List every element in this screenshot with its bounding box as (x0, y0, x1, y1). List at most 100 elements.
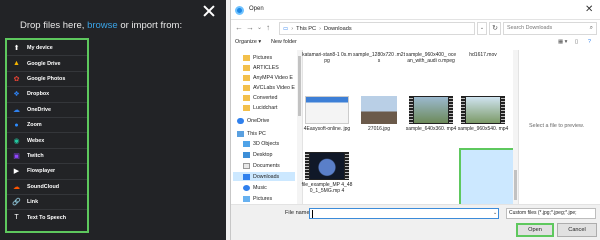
nav-item-label: Downloads (253, 173, 280, 180)
file-item[interactable]: hd1617.mov (457, 52, 509, 58)
folder-icon (243, 84, 250, 91)
file-type-filter-value: Custom files (*.jpg;*.jpeg;*.jpe; (509, 210, 577, 216)
file-name: sample_960x400_ ocean_with_audi o.mpeg (405, 52, 457, 64)
nav-item[interactable]: AnyMP4 Video E (243, 73, 293, 82)
file-item[interactable]: file_example_MP 4_480_1_5MG.mp 4 (301, 152, 353, 194)
nav-item[interactable]: 3D Objects (243, 139, 279, 148)
preview-pane: Select a file to preview. (518, 50, 600, 204)
folder-icon (243, 64, 250, 71)
browser-icon (235, 6, 244, 15)
pic-icon (243, 195, 250, 202)
import-source-item[interactable]: T Text To Speech (7, 210, 87, 225)
nav-item[interactable]: Pictures (243, 194, 272, 203)
browse-link[interactable]: browse (87, 20, 118, 31)
video-thumbnail (305, 152, 349, 180)
file-item[interactable]: 4Easysoft-online. jpg (301, 96, 353, 132)
file-name-input[interactable] (309, 208, 499, 219)
text-caret (312, 210, 313, 218)
folder-icon (243, 74, 250, 81)
file-item[interactable]: sample_1280x720 .m2ts (353, 52, 405, 64)
open-button[interactable]: Open (516, 223, 554, 237)
folder-icon (243, 94, 250, 101)
file-item[interactable]: sample_960x400_ ocean_with_audi o.mpeg (405, 52, 457, 64)
import-source-item[interactable]: 🔗 Link (7, 195, 87, 211)
search-placeholder: Search Downloads (507, 25, 553, 31)
file-item[interactable]: 27016.jpg (353, 96, 405, 132)
nav-item[interactable]: AVCLabs Video E (243, 83, 295, 92)
nav-item-label: This PC (247, 130, 266, 137)
file-item[interactable]: katamari-stan8-1 0s.mpg (301, 52, 353, 64)
recent-chevron-icon[interactable]: ⌄ (257, 24, 262, 31)
file-item[interactable]: sample_960x540. mp4 (457, 96, 509, 132)
breadcrumb-this-pc[interactable]: This PC (296, 26, 316, 32)
back-icon[interactable]: ← (235, 23, 243, 32)
file-name-dropdown-icon[interactable]: ⌄ (493, 210, 497, 216)
nav-item[interactable]: Lucidchart (243, 103, 277, 112)
import-source-item[interactable]: ◉ Webex (7, 133, 87, 149)
flowplayer-icon: ▶ (13, 168, 20, 176)
nav-item-label: Lucidchart (253, 104, 278, 111)
nav-item[interactable]: Downloads (233, 172, 295, 181)
import-source-item[interactable]: ⬆ My device (7, 41, 87, 57)
import-source-item[interactable]: ▣ Twitch (7, 149, 87, 165)
import-sources-list: ⬆ My device ▲ Google Drive ✿ Google Photos ❖ Dr… (5, 38, 89, 233)
dialog-close-icon[interactable]: ✕ (585, 4, 593, 15)
import-source-item[interactable]: ● Zoom (7, 118, 87, 134)
address-row: ← → ⌄ ↑ ▭ › This PC › Downloads ⌄ ↻ Sear… (231, 20, 600, 37)
import-source-item[interactable]: ❖ Dropbox (7, 87, 87, 103)
upload-icon: ⬆ (13, 45, 20, 53)
nav-item[interactable]: OneDrive (237, 116, 269, 125)
twitch-icon: ▣ (13, 152, 20, 160)
upload-heading: Drop files here, browse or import from: (20, 20, 182, 31)
file-name: sample_960x540. mp4 (457, 126, 509, 132)
file-name: 27016.jpg (368, 126, 390, 132)
import-source-item[interactable]: ▶ Flowplayer (7, 164, 87, 180)
import-source-item[interactable]: ☁ OneDrive (7, 103, 87, 118)
address-dropdown-icon[interactable]: ⌄ (477, 22, 487, 35)
view-options-icon[interactable]: ▦ ▾ (558, 39, 567, 45)
cancel-button[interactable]: Cancel (557, 223, 597, 237)
google-photos-icon: ✿ (13, 75, 20, 83)
address-bar[interactable]: ▭ › This PC › Downloads (279, 22, 475, 35)
nav-item[interactable]: This PC (237, 129, 266, 138)
import-source-item[interactable]: ▲ Google Drive (7, 56, 87, 72)
nav-item-label: Music (253, 184, 267, 191)
nav-item-label: Converted (253, 94, 278, 101)
image-thumbnail (361, 96, 397, 124)
help-icon[interactable]: ? (588, 39, 591, 45)
import-source-label: Zoom (27, 122, 42, 129)
preview-text: Select a file to preview. (529, 123, 585, 129)
preview-pane-icon[interactable]: ▯ (575, 39, 578, 45)
forward-icon[interactable]: → (246, 23, 254, 32)
close-icon[interactable] (203, 5, 215, 17)
onedrive-icon: ☁ (13, 106, 20, 114)
upload-panel: Drop files here, browse or import from: … (0, 0, 226, 240)
nav-item[interactable]: Converted (243, 93, 277, 102)
breadcrumb-downloads[interactable]: Downloads (324, 26, 352, 32)
import-source-label: My device (27, 45, 53, 52)
import-source-item[interactable]: ✿ Google Photos (7, 72, 87, 88)
new-folder-button[interactable]: New folder (271, 39, 297, 45)
nav-item-label: AVCLabs Video E (253, 84, 295, 91)
pc-icon: ▭ (283, 25, 289, 32)
up-icon[interactable]: ↑ (266, 23, 270, 32)
file-type-filter[interactable]: Custom files (*.jpg;*.jpeg;*.jpe; (506, 208, 596, 219)
nav-item[interactable]: Pictures (243, 53, 272, 62)
nav-item[interactable]: ARTICLES (243, 63, 279, 72)
file-item[interactable]: sample_640x360. mp4 (405, 96, 457, 132)
nav-item[interactable]: Documents (243, 161, 280, 170)
nav-item[interactable]: Music (243, 183, 267, 192)
music-icon (243, 184, 250, 191)
search-input[interactable]: Search Downloads ⌕ (503, 22, 597, 35)
video-frame (414, 97, 448, 123)
dropbox-icon: ❖ (13, 91, 20, 99)
organize-button[interactable]: Organize ▾ (235, 39, 261, 45)
import-source-label: OneDrive (27, 106, 51, 113)
refresh-icon[interactable]: ↻ (489, 22, 501, 35)
import-source-item[interactable]: ☁ SoundCloud (7, 180, 87, 195)
nav-item[interactable]: Desktop (243, 150, 272, 159)
content-scrollbar-thumb[interactable] (514, 170, 517, 200)
file-name-label: File name: (285, 210, 312, 216)
nav-item-label: Pictures (253, 195, 273, 202)
import-source-label: SoundCloud (27, 183, 60, 190)
